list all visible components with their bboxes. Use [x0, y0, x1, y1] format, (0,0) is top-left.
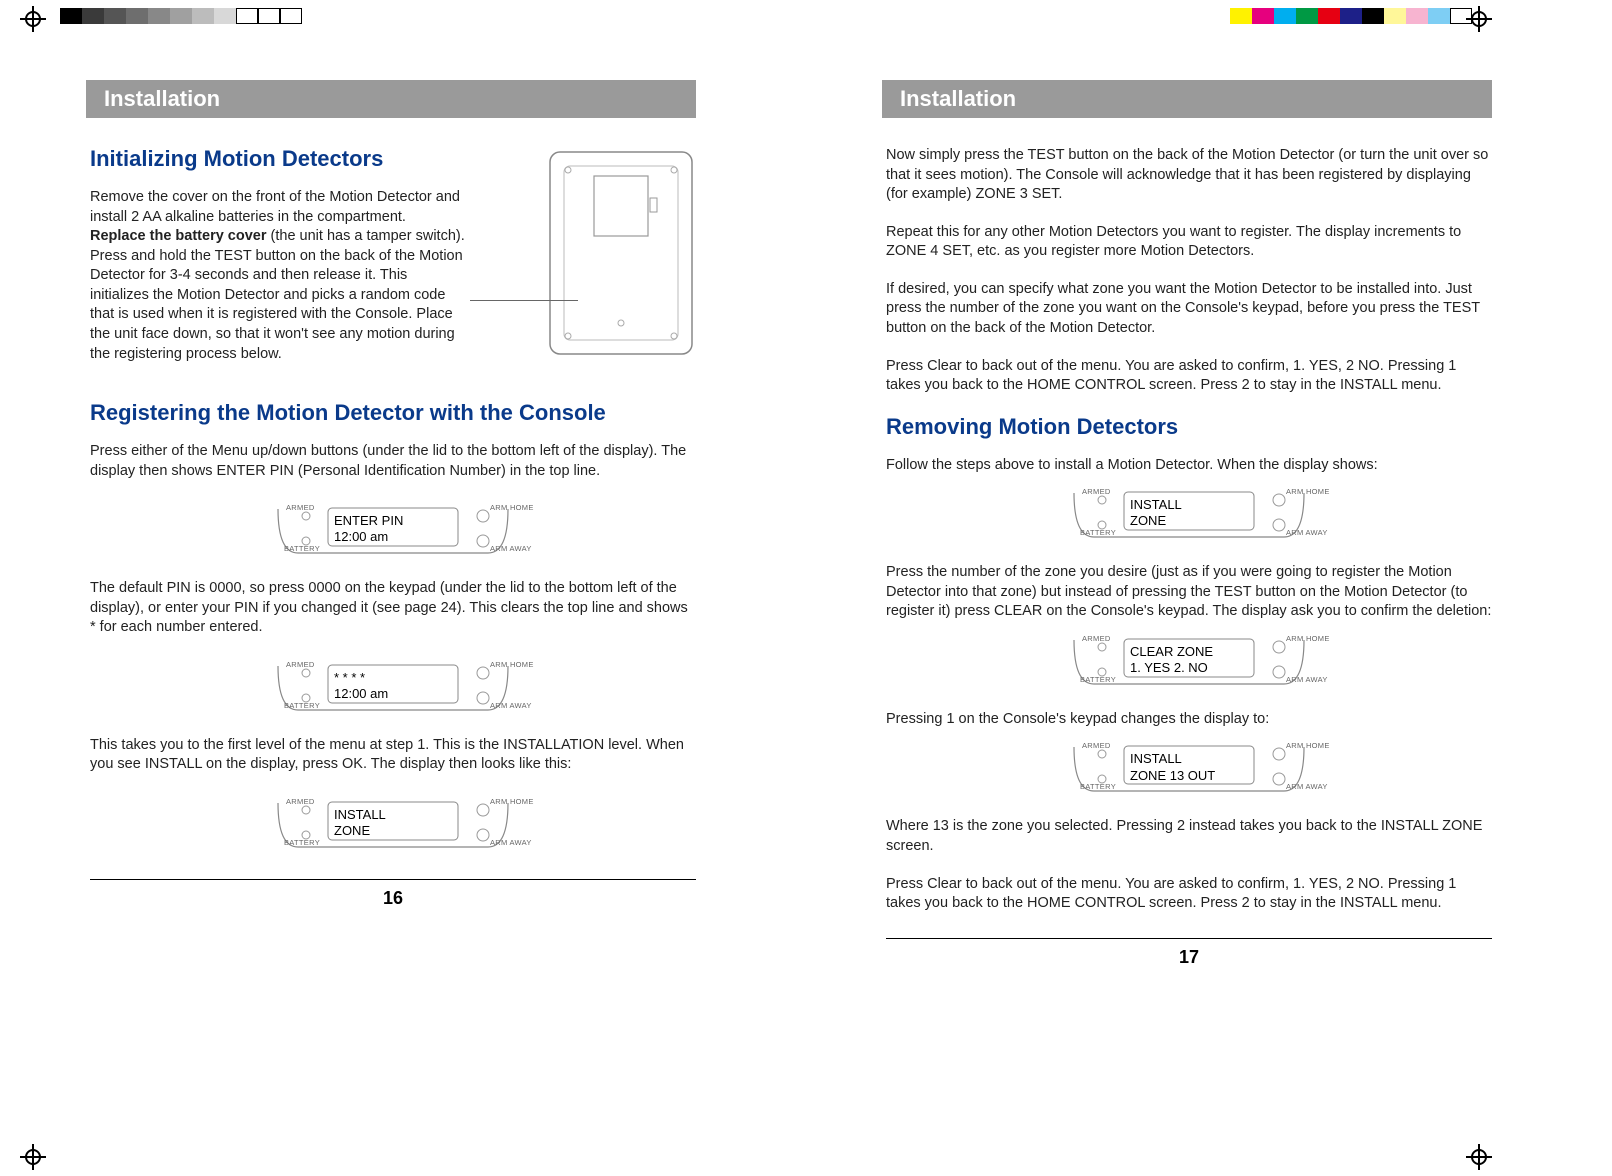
lcd-display: ARMED BATTERY ARM HOME ARM AWAY INSTALL …: [1034, 483, 1344, 545]
text: (the unit has a tamper switch). Press an…: [90, 228, 465, 361]
registration-mark-icon: [20, 6, 46, 32]
section-header: Installation: [882, 80, 1492, 118]
svg-text:ARM AWAY: ARM AWAY: [1286, 675, 1328, 684]
svg-text:ARM AWAY: ARM AWAY: [490, 544, 532, 553]
lcd-line2: ZONE: [334, 823, 386, 839]
footer-rule: [90, 879, 696, 880]
lcd-display: ARMED BATTERY ARM HOME ARM AWAY ENTER PI…: [238, 499, 548, 561]
lcd-line2: 1. YES 2. NO: [1130, 660, 1213, 676]
paragraph: Press either of the Menu up/down buttons…: [90, 442, 696, 481]
paragraph: Follow the steps above to install a Moti…: [886, 456, 1492, 476]
page-number: 16: [90, 888, 696, 909]
paragraph: Where 13 is the zone you selected. Press…: [886, 817, 1492, 856]
svg-text:BATTERY: BATTERY: [1080, 528, 1116, 537]
lcd-display: ARMED BATTERY ARM HOME ARM AWAY INSTALL …: [1034, 737, 1344, 799]
lcd-line1: INSTALL: [334, 807, 386, 823]
svg-text:BATTERY: BATTERY: [1080, 675, 1116, 684]
svg-text:ARM HOME: ARM HOME: [1286, 741, 1330, 750]
svg-text:ARM AWAY: ARM AWAY: [1286, 528, 1328, 537]
svg-text:ARM AWAY: ARM AWAY: [490, 701, 532, 710]
svg-text:ARM HOME: ARM HOME: [490, 503, 534, 512]
svg-text:ARM HOME: ARM HOME: [490, 797, 534, 806]
paragraph: Press Clear to back out of the menu. You…: [886, 875, 1492, 914]
paragraph: Now simply press the TEST button on the …: [886, 146, 1492, 205]
lcd-line2: 12:00 am: [334, 529, 403, 545]
paragraph: If desired, you can specify what zone yo…: [886, 280, 1492, 339]
lcd-display: ARMED BATTERY ARM HOME ARM AWAY CLEAR ZO…: [1034, 630, 1344, 692]
page-number: 17: [886, 947, 1492, 968]
paragraph: This takes you to the first level of the…: [90, 736, 696, 775]
lcd-line2: ZONE: [1130, 513, 1182, 529]
color-bar-right: [1230, 8, 1472, 24]
lcd-display: ARMED BATTERY ARM HOME ARM AWAY INSTALL …: [238, 793, 548, 855]
lcd-line1: ENTER PIN: [334, 513, 403, 529]
lcd-line2: ZONE 13 OUT: [1130, 768, 1215, 784]
lcd-line2: 12:00 am: [334, 686, 388, 702]
lcd-line1: * * * *: [334, 670, 388, 686]
svg-text:ARMED: ARMED: [286, 797, 315, 806]
svg-text:ARM AWAY: ARM AWAY: [490, 838, 532, 847]
page-left: Installation Initializing Motion Detecto…: [0, 60, 806, 1120]
leader-line: [470, 300, 578, 301]
lcd-display: ARMED BATTERY ARM HOME ARM AWAY * * * * …: [238, 656, 548, 718]
lcd-line1: CLEAR ZONE: [1130, 644, 1213, 660]
paragraph: Remove the cover on the front of the Mot…: [90, 188, 470, 364]
svg-text:BATTERY: BATTERY: [284, 544, 320, 553]
motion-detector-illustration: [546, 148, 696, 358]
paragraph: Pressing 1 on the Console's keypad chang…: [886, 710, 1492, 730]
section-header: Installation: [86, 80, 696, 118]
registration-mark-icon: [1466, 6, 1492, 32]
svg-text:ARMED: ARMED: [1082, 634, 1111, 643]
paragraph: The default PIN is 0000, so press 0000 o…: [90, 579, 696, 638]
text: Remove the cover on the front of the Mot…: [90, 189, 460, 225]
lcd-line1: INSTALL: [1130, 751, 1215, 767]
heading-removing: Removing Motion Detectors: [886, 414, 1492, 440]
paragraph: Press the number of the zone you desire …: [886, 563, 1492, 622]
color-bar-left: [60, 8, 302, 24]
registration-mark-icon: [1466, 1144, 1492, 1170]
svg-text:ARMED: ARMED: [1082, 487, 1111, 496]
svg-text:ARMED: ARMED: [1082, 741, 1111, 750]
svg-text:ARM HOME: ARM HOME: [490, 660, 534, 669]
text-bold: Replace the battery cover: [90, 228, 267, 244]
paragraph: Press Clear to back out of the menu. You…: [886, 357, 1492, 396]
svg-text:ARMED: ARMED: [286, 503, 315, 512]
svg-text:BATTERY: BATTERY: [1080, 782, 1116, 791]
svg-text:ARM HOME: ARM HOME: [1286, 487, 1330, 496]
svg-text:ARM AWAY: ARM AWAY: [1286, 782, 1328, 791]
lcd-line1: INSTALL: [1130, 497, 1182, 513]
page-right: Installation Now simply press the TEST b…: [806, 60, 1612, 1120]
svg-text:BATTERY: BATTERY: [284, 838, 320, 847]
svg-text:ARM HOME: ARM HOME: [1286, 634, 1330, 643]
registration-mark-icon: [20, 1144, 46, 1170]
svg-text:BATTERY: BATTERY: [284, 701, 320, 710]
heading-registering: Registering the Motion Detector with the…: [90, 400, 696, 426]
footer-rule: [886, 938, 1492, 939]
svg-text:ARMED: ARMED: [286, 660, 315, 669]
paragraph: Repeat this for any other Motion Detecto…: [886, 223, 1492, 262]
